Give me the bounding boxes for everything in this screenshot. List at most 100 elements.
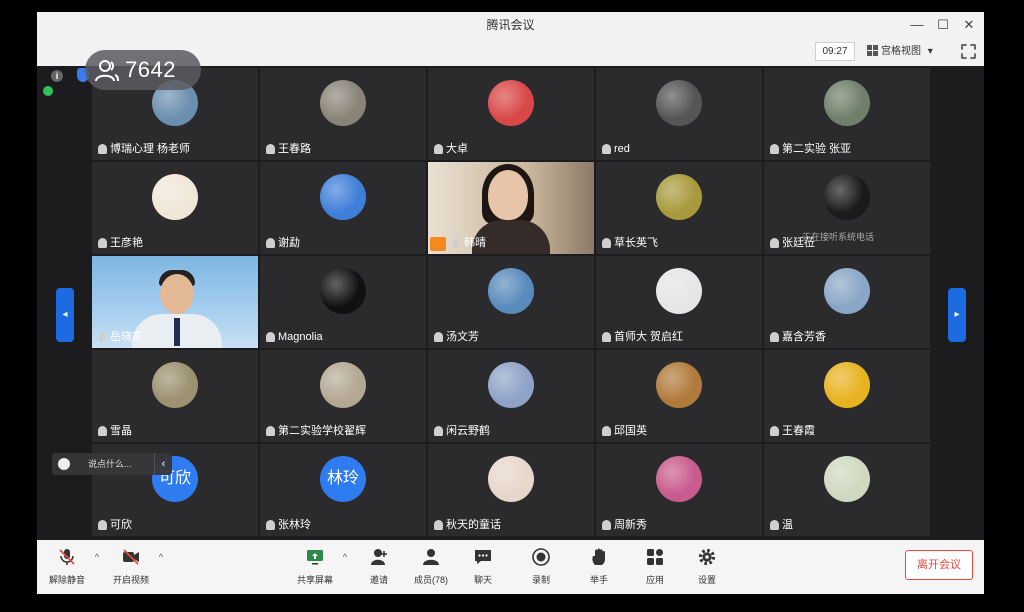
view-layout-button[interactable]: 宫格视图 ▾ bbox=[867, 42, 955, 61]
participant-name: 王春霞 bbox=[768, 423, 815, 439]
participant-name: 首师大 贺启红 bbox=[600, 329, 683, 345]
avatar bbox=[656, 174, 702, 220]
participant-tile[interactable]: 王春霞 bbox=[764, 350, 930, 442]
info-icon[interactable]: i bbox=[51, 70, 63, 82]
chat-placeholder: 说点什么... bbox=[88, 459, 132, 469]
participant-tile[interactable]: 韩晴 bbox=[428, 162, 594, 254]
participant-count-badge[interactable]: 7642 bbox=[85, 50, 201, 90]
participant-tile[interactable]: 嘉含芳香 bbox=[764, 256, 930, 348]
start-video-button[interactable]: 开启视频 ^ bbox=[109, 546, 163, 590]
meeting-toolbar: 解除静音 ^ 开启视频 ^ 共享屏幕 ^ 邀请 成员(78) 聊天 录制 举手 … bbox=[37, 540, 984, 594]
video-grid: 博瑞心理 杨老师 王春路 大卓 red 第二实验 张亚 王彦艳 谢勐 韩晴 草长英飞 张廷莅 岳晓东… bbox=[92, 68, 930, 538]
members-label: 成员(78) bbox=[413, 575, 448, 585]
avatar bbox=[320, 174, 366, 220]
participant-name: 王彦艳 bbox=[96, 235, 143, 251]
members-button[interactable]: 成员(78) bbox=[409, 546, 453, 590]
apps-button[interactable]: 应用 bbox=[633, 546, 677, 590]
participant-tile[interactable]: red bbox=[596, 68, 762, 160]
record-icon bbox=[532, 548, 550, 566]
chevron-up-icon[interactable]: ^ bbox=[95, 552, 99, 562]
participant-name: 温 bbox=[768, 517, 793, 533]
invite-button[interactable]: 邀请 bbox=[357, 546, 401, 590]
participant-tile[interactable]: 闲云野鹤 bbox=[428, 350, 594, 442]
video-feed-tie bbox=[174, 318, 180, 346]
avatar bbox=[152, 174, 198, 220]
chevron-up-icon[interactable]: ^ bbox=[343, 552, 347, 562]
chat-icon bbox=[475, 550, 491, 564]
participant-name: 岳晓东 bbox=[96, 329, 143, 345]
avatar bbox=[824, 174, 870, 220]
participant-tile[interactable]: 草长英飞 bbox=[596, 162, 762, 254]
participant-tile[interactable]: 王彦艳 bbox=[92, 162, 258, 254]
emoji-icon[interactable] bbox=[58, 458, 70, 470]
chevron-left-icon[interactable]: ‹ bbox=[154, 453, 172, 475]
participant-tile[interactable]: 秋天的童话 bbox=[428, 444, 594, 536]
avatar bbox=[656, 80, 702, 126]
invite-label: 邀请 bbox=[369, 575, 388, 585]
window-title: 腾讯会议 bbox=[486, 18, 535, 32]
avatar bbox=[824, 362, 870, 408]
participant-tile[interactable]: 邱国英 bbox=[596, 350, 762, 442]
participant-name: 第二实验 张亚 bbox=[768, 141, 851, 157]
participant-name: 周新秀 bbox=[600, 517, 647, 533]
screen-share-icon bbox=[307, 550, 323, 565]
avatar bbox=[824, 456, 870, 502]
apps-icon bbox=[647, 549, 663, 565]
hand-icon bbox=[592, 548, 605, 565]
maximize-button[interactable]: ☐ bbox=[930, 12, 956, 38]
minimize-button[interactable]: — bbox=[904, 12, 930, 38]
share-screen-button[interactable]: 共享屏幕 ^ bbox=[293, 546, 347, 590]
avatar bbox=[824, 268, 870, 314]
meeting-window: 腾讯会议 — ☐ ✕ i 09:27 宫格视图 ▾ 7642 ◂ ▸ 博瑞心理 … bbox=[37, 12, 984, 594]
raise-hand-label: 举手 bbox=[589, 575, 608, 585]
avatar bbox=[320, 80, 366, 126]
chat-button[interactable]: 聊天 bbox=[461, 546, 505, 590]
close-button[interactable]: ✕ bbox=[956, 12, 982, 38]
participant-tile[interactable]: 岳晓东 bbox=[92, 256, 258, 348]
leave-meeting-button[interactable]: 离开会议 bbox=[905, 550, 973, 580]
participant-tile[interactable]: 大卓 bbox=[428, 68, 594, 160]
settings-label: 设置 bbox=[697, 575, 716, 585]
participant-name: 可欣 bbox=[96, 517, 132, 533]
next-page-button[interactable]: ▸ bbox=[948, 288, 966, 342]
participant-tile[interactable]: 王春路 bbox=[260, 68, 426, 160]
participant-tile[interactable]: 第二实验学校翟辉 bbox=[260, 350, 426, 442]
participant-tile[interactable]: 林玲 张林玲 bbox=[260, 444, 426, 536]
participant-tile[interactable]: 温 bbox=[764, 444, 930, 536]
members-icon bbox=[423, 549, 439, 565]
participant-tile[interactable]: 首师大 贺启红 bbox=[596, 256, 762, 348]
participant-tile[interactable]: Magnolia bbox=[260, 256, 426, 348]
avatar bbox=[656, 456, 702, 502]
chat-quick-input[interactable]: 说点什么... ‹ bbox=[52, 453, 172, 475]
previous-page-button[interactable]: ◂ bbox=[56, 288, 74, 342]
participant-tile[interactable]: 汤文芳 bbox=[428, 256, 594, 348]
participant-tile[interactable]: 周新秀 bbox=[596, 444, 762, 536]
microphone-muted-icon bbox=[59, 549, 75, 565]
chevron-up-icon[interactable]: ^ bbox=[159, 552, 163, 562]
chat-label: 聊天 bbox=[473, 575, 492, 585]
participant-name: 博瑞心理 杨老师 bbox=[96, 141, 190, 157]
participant-name: 王春路 bbox=[264, 141, 311, 157]
participant-name: 嘉含芳香 bbox=[768, 329, 826, 345]
participant-name: 草长英飞 bbox=[600, 235, 658, 251]
record-button[interactable]: 录制 bbox=[519, 546, 563, 590]
participant-name: 汤文芳 bbox=[432, 329, 479, 345]
participant-tile[interactable]: 谢勐 bbox=[260, 162, 426, 254]
participant-tile[interactable]: 雪晶 bbox=[92, 350, 258, 442]
avatar bbox=[488, 456, 534, 502]
fullscreen-icon[interactable] bbox=[961, 44, 976, 59]
raise-hand-button[interactable]: 举手 bbox=[577, 546, 621, 590]
participant-name: 谢勐 bbox=[264, 235, 300, 251]
grid-view-icon bbox=[867, 45, 878, 56]
participant-count: 7642 bbox=[125, 57, 176, 82]
start-video-label: 开启视频 bbox=[112, 575, 149, 585]
settings-button[interactable]: 设置 bbox=[685, 546, 729, 590]
camera-off-icon bbox=[123, 549, 139, 565]
unmute-button[interactable]: 解除静音 ^ bbox=[45, 546, 99, 590]
title-bar: 腾讯会议 — ☐ ✕ bbox=[37, 12, 984, 38]
gear-icon bbox=[698, 548, 716, 566]
participant-name: 大卓 bbox=[432, 141, 468, 157]
phone-call-status: 正在接听系统电话 bbox=[802, 232, 875, 242]
avatar bbox=[824, 80, 870, 126]
participant-tile[interactable]: 第二实验 张亚 bbox=[764, 68, 930, 160]
